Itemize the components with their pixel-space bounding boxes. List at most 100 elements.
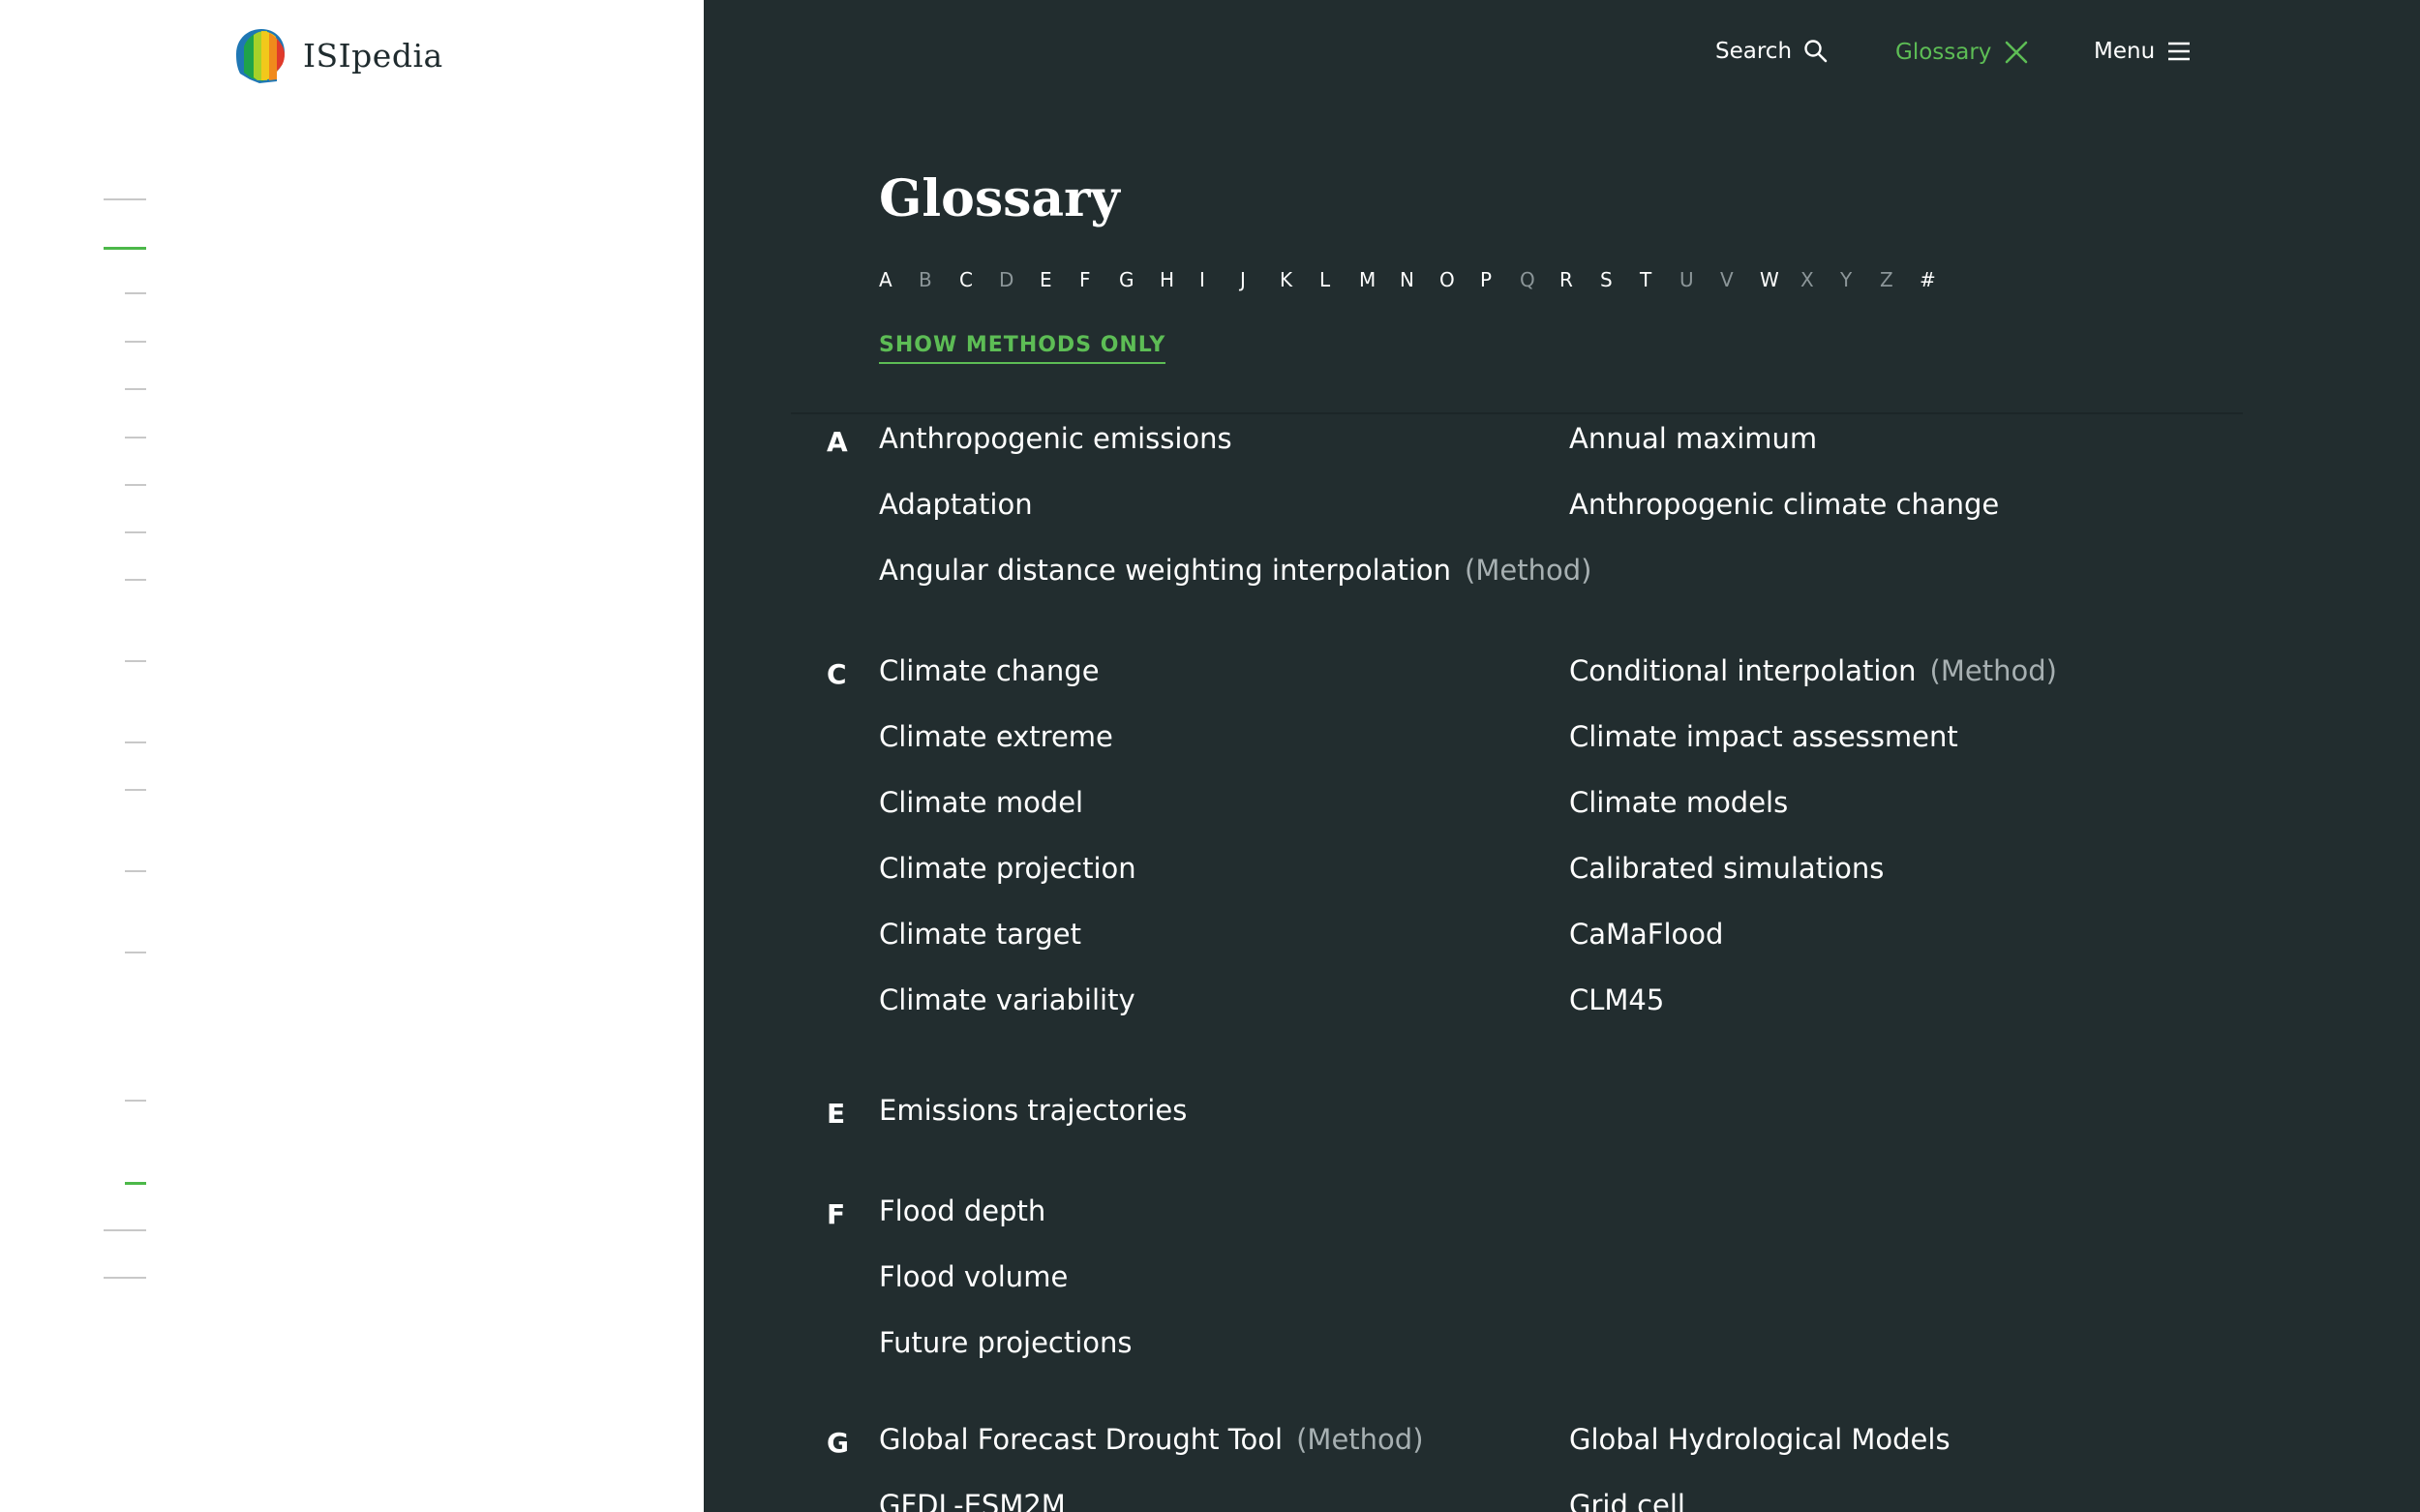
glossary-term-link[interactable]: Climate change <box>879 654 1100 687</box>
logo-mark-icon <box>236 29 285 83</box>
glossary-term-label: CaMaFlood <box>1569 918 1724 951</box>
alphabet-letter-v[interactable]: V <box>1720 268 1734 291</box>
page-title: Glossary <box>879 169 1120 228</box>
alphabet-letter-u[interactable]: U <box>1679 268 1694 291</box>
toc-marker[interactable] <box>104 1277 146 1279</box>
glossary-toggle-button[interactable]: Glossary <box>1895 39 2030 66</box>
toc-marker-active[interactable] <box>104 247 146 250</box>
alphabet-letter-x[interactable]: X <box>1800 268 1814 291</box>
table-of-contents-panel: ISIpedia <box>0 0 704 1512</box>
glossary-term-link[interactable]: Anthropogenic emissions <box>879 422 1232 455</box>
alphabet-letter-z[interactable]: Z <box>1880 268 1893 291</box>
glossary-term-link[interactable]: Global Hydrological Models <box>1569 1423 1951 1456</box>
toc-marker[interactable] <box>125 952 146 953</box>
toc-marker[interactable] <box>125 292 146 294</box>
alphabet-letter-t[interactable]: T <box>1640 268 1651 291</box>
alphabet-letter-e[interactable]: E <box>1040 268 1052 291</box>
alphabet-letter-q[interactable]: Q <box>1520 268 1535 291</box>
menu-button[interactable]: Menu <box>2094 39 2192 64</box>
toc-marker[interactable] <box>104 1229 146 1231</box>
glossary-term-link[interactable]: Emissions trajectories <box>879 1094 1187 1127</box>
glossary-term-label: Flood depth <box>879 1194 1046 1227</box>
glossary-term-link[interactable]: Anthropogenic climate change <box>1569 488 1999 521</box>
alphabet-letter-b[interactable]: B <box>919 268 932 291</box>
glossary-term-link[interactable]: CLM45 <box>1569 983 1664 1016</box>
section-letter-c: C <box>827 658 847 690</box>
glossary-term-link[interactable]: Adaptation <box>879 488 1033 521</box>
glossary-term-label: Global Forecast Drought Tool <box>879 1423 1284 1456</box>
glossary-term-link[interactable]: Climate extreme <box>879 720 1113 753</box>
glossary-term-label: Climate target <box>879 918 1081 951</box>
glossary-term-label: Climate model <box>879 786 1084 819</box>
glossary-term-link[interactable]: Annual maximum <box>1569 422 1817 455</box>
toc-marker[interactable] <box>125 531 146 533</box>
section-letter-f: F <box>827 1198 846 1230</box>
alphabet-letter-j[interactable]: J <box>1240 268 1246 291</box>
toc-marker[interactable] <box>125 341 146 343</box>
glossary-term-link[interactable]: Global Forecast Drought Tool (Method) <box>879 1423 1424 1456</box>
method-tag: (Method) <box>1929 654 2057 687</box>
alphabet-letter-n[interactable]: N <box>1400 268 1414 291</box>
menu-label: Menu <box>2094 39 2156 64</box>
glossary-term-link[interactable]: Climate model <box>879 786 1083 819</box>
glossary-term-link[interactable]: Calibrated simulations <box>1569 852 1884 885</box>
alphabet-letter-l[interactable]: L <box>1319 268 1330 291</box>
glossary-term-link[interactable]: Climate target <box>879 918 1081 951</box>
section-letter-e: E <box>827 1098 846 1130</box>
glossary-term-link[interactable]: Future projections <box>879 1326 1133 1359</box>
alphabet-letter-f[interactable]: F <box>1079 268 1091 291</box>
alphabet-letter-y[interactable]: Y <box>1840 268 1852 291</box>
toc-marker[interactable] <box>125 741 146 743</box>
alphabet-letter-s[interactable]: S <box>1600 268 1613 291</box>
glossary-term-link[interactable]: Conditional interpolation (Method) <box>1569 654 2057 687</box>
glossary-term-label: Conditional interpolation <box>1569 654 1917 687</box>
isipedia-logo[interactable]: ISIpedia <box>230 25 443 85</box>
alphabet-letter-c[interactable]: C <box>959 268 973 291</box>
alphabet-letter-r[interactable]: R <box>1559 268 1573 291</box>
alphabet-letter-g[interactable]: G <box>1119 268 1134 291</box>
alphabet-letter-h[interactable]: H <box>1160 268 1174 291</box>
toc-marker[interactable] <box>125 870 146 872</box>
alphabet-letter-w[interactable]: W <box>1760 268 1779 291</box>
toc-marker[interactable] <box>125 484 146 486</box>
toc-marker[interactable] <box>125 437 146 438</box>
alphabet-letter-p[interactable]: P <box>1480 268 1492 291</box>
glossary-term-link[interactable]: Climate variability <box>879 983 1135 1016</box>
toc-marker[interactable] <box>125 388 146 390</box>
toc-marker-active[interactable] <box>125 1182 146 1185</box>
glossary-term-label: Adaptation <box>879 488 1033 521</box>
alphabet-letter-i[interactable]: I <box>1199 268 1205 291</box>
search-label: Search <box>1715 39 1793 64</box>
glossary-term-label: Climate projection <box>879 852 1136 885</box>
search-button[interactable]: Search <box>1715 39 1829 64</box>
toc-marker[interactable] <box>125 1100 146 1102</box>
close-icon <box>2006 41 2028 64</box>
glossary-term-link[interactable]: Flood volume <box>879 1260 1068 1293</box>
glossary-term-label: Flood volume <box>879 1260 1069 1293</box>
show-methods-only-button[interactable]: SHOW METHODS ONLY <box>879 333 1166 364</box>
alphabet-letter-k[interactable]: K <box>1280 268 1292 291</box>
toc-marker[interactable] <box>104 198 146 200</box>
glossary-term-label: Climate variability <box>879 983 1135 1016</box>
alphabet-letter-a[interactable]: A <box>879 268 892 291</box>
glossary-term-link[interactable]: CaMaFlood <box>1569 918 1723 951</box>
glossary-term-link[interactable]: GFDL-ESM2M <box>879 1489 1066 1512</box>
glossary-term-link[interactable]: Angular distance weighting interpolation… <box>879 554 1591 587</box>
glossary-term-label: Annual maximum <box>1569 422 1818 455</box>
glossary-panel: Search Glossary Menu Glossary A B C D E F G H I J… <box>704 0 2420 1512</box>
glossary-term-link[interactable]: Flood depth <box>879 1194 1045 1227</box>
search-icon <box>1804 40 1828 63</box>
toc-marker[interactable] <box>125 789 146 791</box>
glossary-term-link[interactable]: Climate models <box>1569 786 1788 819</box>
toc-marker[interactable] <box>125 579 146 581</box>
glossary-term-link[interactable]: Climate impact assessment <box>1569 720 1958 753</box>
toc-marker[interactable] <box>125 660 146 662</box>
alphabet-letter-m[interactable]: M <box>1359 268 1376 291</box>
glossary-term-label: CLM45 <box>1569 983 1665 1016</box>
alphabet-letter-o[interactable]: O <box>1439 268 1455 291</box>
glossary-term-link[interactable]: Climate projection <box>879 852 1136 885</box>
alphabet-letter-hash[interactable]: # <box>1920 268 1936 291</box>
alphabet-letter-d[interactable]: D <box>999 268 1013 291</box>
glossary-term-link[interactable]: Grid cell <box>1569 1489 1685 1512</box>
method-tag: (Method) <box>1465 554 1592 587</box>
